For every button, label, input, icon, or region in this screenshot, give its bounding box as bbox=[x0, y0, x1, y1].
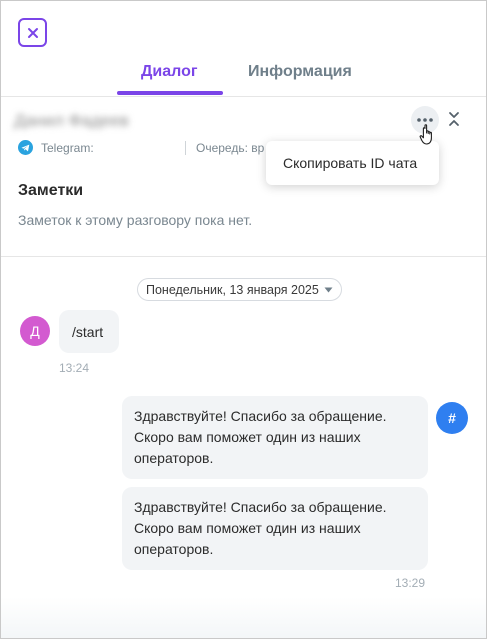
tab-bar: Диалог Информация bbox=[1, 57, 486, 97]
tab-dialog[interactable]: Диалог bbox=[141, 63, 198, 81]
date-label: Понедельник, 13 января 2025 bbox=[146, 282, 319, 297]
message-time: 13:29 bbox=[395, 576, 426, 590]
notes-empty-text: Заметок к этому разговору пока нет. bbox=[18, 212, 253, 228]
channel-label: Telegram: bbox=[41, 140, 94, 155]
hand-cursor-icon bbox=[419, 124, 432, 145]
divider bbox=[1, 96, 486, 97]
message-text: /start bbox=[72, 323, 104, 340]
contact-name: Данил Фадеев bbox=[14, 111, 129, 130]
telegram-icon bbox=[18, 140, 33, 155]
copy-chat-id-menu-item[interactable]: Скопировать ID чата bbox=[283, 155, 417, 171]
incoming-message: /start bbox=[59, 310, 119, 353]
divider bbox=[1, 256, 486, 257]
date-selector[interactable]: Понедельник, 13 января 2025 bbox=[137, 278, 342, 301]
user-avatar: Д bbox=[20, 316, 50, 346]
outgoing-message: Здравствуйте! Спасибо за обращение. Скор… bbox=[122, 396, 428, 479]
channel-info: Telegram: bbox=[18, 140, 94, 155]
notes-title: Заметки bbox=[18, 182, 84, 199]
context-menu: Скопировать ID чата bbox=[266, 141, 439, 185]
separator bbox=[185, 141, 186, 155]
tab-info[interactable]: Информация bbox=[248, 63, 352, 81]
outgoing-message: Здравствуйте! Спасибо за обращение. Скор… bbox=[122, 487, 428, 570]
queue-label: Очередь: вр bbox=[196, 141, 265, 155]
close-icon bbox=[27, 27, 38, 38]
collapse-icon[interactable] bbox=[447, 110, 461, 128]
bot-avatar: # bbox=[436, 402, 468, 434]
message-time: 13:24 bbox=[59, 361, 90, 375]
caret-down-icon bbox=[324, 287, 333, 292]
close-button[interactable] bbox=[18, 18, 47, 47]
more-horizontal-icon bbox=[417, 118, 433, 122]
active-tab-indicator bbox=[117, 91, 223, 95]
bottom-fade bbox=[1, 597, 486, 638]
chat-panel: Диалог Информация Данил Фадеев Telegram:… bbox=[0, 0, 487, 639]
